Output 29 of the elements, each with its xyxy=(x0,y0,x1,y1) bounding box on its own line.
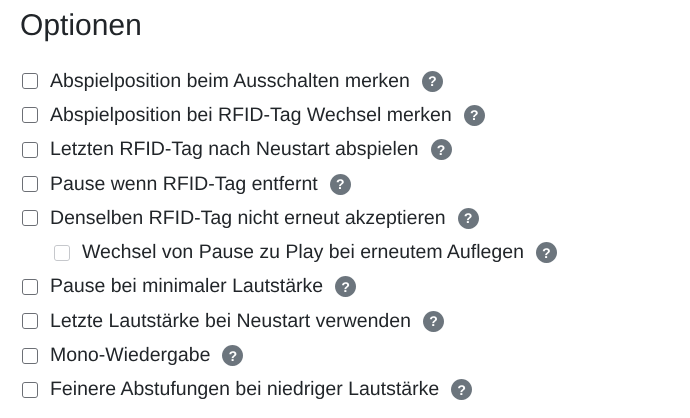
option-label: Mono-Wiedergabe xyxy=(50,344,210,368)
checkbox[interactable] xyxy=(22,278,38,295)
help-icon[interactable]: ? xyxy=(458,208,479,229)
option-label: Letzte Lautstärke bei Neustart verwenden xyxy=(50,310,411,333)
checkbox[interactable] xyxy=(22,382,38,398)
help-icon[interactable]: ? xyxy=(464,104,485,126)
checkbox[interactable] xyxy=(22,210,38,226)
checkbox[interactable] xyxy=(22,73,38,90)
option-label: Denselben RFID-Tag nicht erneut akzeptieren xyxy=(50,206,446,230)
option-label: Feinere Abstufungen bei niedriger Lautstärke xyxy=(50,378,440,402)
help-icon[interactable]: ? xyxy=(335,276,356,298)
checkbox[interactable] xyxy=(22,142,38,158)
option-label: Abspielposition bei RFID-Tag Wechsel merken xyxy=(50,104,452,127)
checkbox[interactable] xyxy=(22,107,38,124)
option-label: Pause bei minimaler Lautstärke xyxy=(50,275,324,298)
option-label: Letzten RFID-Tag nach Neustart abspielen xyxy=(50,138,419,162)
checkbox[interactable] xyxy=(22,313,38,330)
checkbox[interactable] xyxy=(22,348,38,364)
option-label: Wechsel von Pause zu Play bei erneutem Auflegen xyxy=(82,241,524,264)
option-label: Abspielposition beim Ausschalten merken xyxy=(50,70,410,93)
help-icon[interactable]: ? xyxy=(222,345,244,366)
help-icon[interactable]: ? xyxy=(330,174,351,195)
option-label: Pause wenn RFID-Tag entfernt xyxy=(50,172,318,196)
help-icon[interactable]: ? xyxy=(422,310,444,332)
section-title: Optionen xyxy=(20,8,143,44)
help-icon[interactable]: ? xyxy=(451,379,472,400)
help-icon[interactable]: ? xyxy=(422,70,443,92)
help-icon[interactable]: ? xyxy=(430,139,452,160)
checkbox[interactable] xyxy=(22,176,38,192)
